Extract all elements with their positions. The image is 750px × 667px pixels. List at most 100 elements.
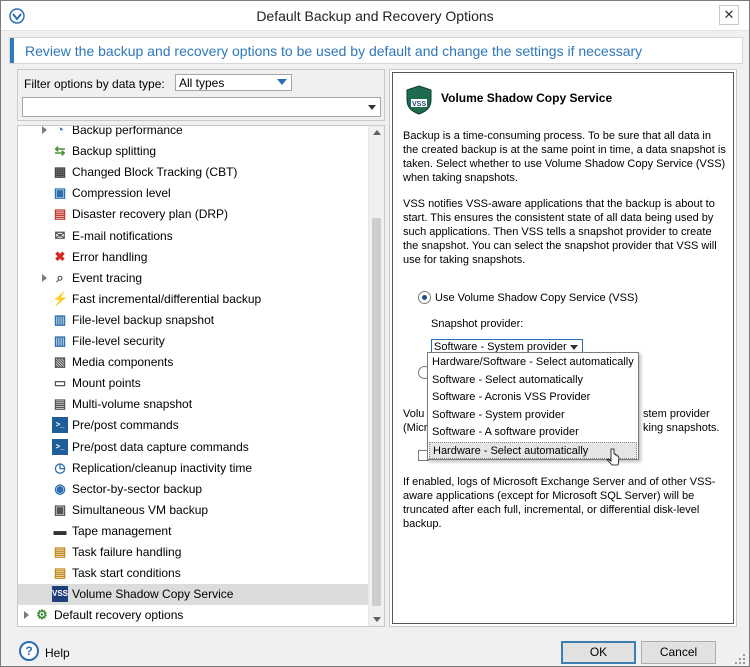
tree-item[interactable]: ▥ File-level security xyxy=(18,331,368,352)
chevron-down-icon xyxy=(277,79,287,85)
scroll-down-icon[interactable] xyxy=(373,617,381,622)
tree-item-label: Backup splitting xyxy=(72,144,157,159)
title-bar: Default Backup and Recovery Options ✕ xyxy=(1,1,749,31)
dropdown-option[interactable]: Hardware/Software - Select automatically xyxy=(429,354,637,371)
dropdown-option[interactable]: Hardware - Select automatically xyxy=(429,441,637,459)
tree-item[interactable]: VSS Volume Shadow Copy Service xyxy=(18,584,368,606)
close-button[interactable]: ✕ xyxy=(719,5,739,25)
mouse-cursor-icon xyxy=(607,448,620,466)
tree-item-label: Replication/cleanup inactivity time xyxy=(72,460,253,475)
tree-item-label: Fast incremental/differential backup xyxy=(72,291,262,306)
tree-item[interactable]: ▤ Task failure handling xyxy=(18,542,368,563)
clock-icon: ◷ xyxy=(54,459,66,475)
compress-icon: ▣ xyxy=(53,185,67,201)
tree-item[interactable]: ⇆ Backup splitting xyxy=(18,141,368,162)
tree-item-label: Backup performance xyxy=(72,125,183,137)
tree-item-label: Default recovery options xyxy=(54,608,184,623)
window-title: Default Backup and Recovery Options xyxy=(256,8,494,24)
options-window: Default Backup and Recovery Options ✕ Re… xyxy=(0,0,750,667)
tree-item[interactable]: ◷ Replication/cleanup inactivity time xyxy=(18,458,368,479)
tree-item-label: Event tracing xyxy=(72,270,143,285)
tree-item-default-recovery[interactable]: ⚙ Default recovery options xyxy=(18,605,368,626)
expand-arrow-icon[interactable] xyxy=(42,126,47,134)
instruction-banner: Review the backup and recovery options t… xyxy=(9,37,743,64)
tree-item[interactable]: ▦ Changed Block Tracking (CBT) xyxy=(18,162,368,183)
lock-file-icon: ▥ xyxy=(53,333,67,348)
tree-item[interactable]: ▥ File-level backup snapshot xyxy=(18,310,368,331)
tree-item-label: E-mail notifications xyxy=(72,228,173,243)
section-title: Volume Shadow Copy Service xyxy=(441,91,613,105)
tree-item[interactable]: ▣ Compression level xyxy=(18,183,368,204)
media-icon: ▧ xyxy=(53,354,67,370)
tree-item[interactable]: ▬ Tape management xyxy=(18,521,368,542)
lightning-icon: ⚡ xyxy=(52,290,69,306)
tape-icon: ▬ xyxy=(53,522,67,538)
tree-scrollbar[interactable] xyxy=(368,126,384,626)
vss-shield-icon: VSS xyxy=(406,85,432,115)
help-icon[interactable]: ? xyxy=(19,641,39,661)
data-type-value: All types xyxy=(179,76,225,90)
help-link[interactable]: Help xyxy=(45,646,70,660)
terminal-icon: >_ xyxy=(52,417,68,434)
scroll-up-icon[interactable] xyxy=(373,130,381,135)
task-icon: ▤ xyxy=(53,544,67,559)
mount-icon: ▭ xyxy=(53,375,67,391)
file-icon: ▥ xyxy=(53,311,67,327)
chevron-down-icon[interactable] xyxy=(368,105,376,110)
tree-item[interactable]: ▧ Media components xyxy=(18,352,368,373)
options-tree: ◔ Backup performance ⇆ Backup splitting ▦ Cha… xyxy=(17,125,385,627)
description-paragraph-2: VSS notifies VSS-aware applications that… xyxy=(403,198,717,266)
tree-item[interactable]: >_ Pre/post data capture commands xyxy=(18,437,368,458)
tree-item[interactable]: ▤ Multi-volume snapshot xyxy=(18,394,368,415)
data-type-select[interactable]: All types xyxy=(175,74,292,91)
tree-item[interactable]: ✖ Error handling xyxy=(18,247,368,268)
use-vss-radio[interactable] xyxy=(418,291,431,304)
detail-panel: VSS Volume Shadow Copy Service Backup is… xyxy=(389,69,737,627)
envelope-icon: ✉ xyxy=(54,227,66,243)
cancel-button[interactable]: Cancel xyxy=(641,641,716,664)
tree-item-label: Task start conditions xyxy=(72,566,181,581)
tree-item-label: Pre/post commands xyxy=(72,418,179,433)
option-search-combo[interactable] xyxy=(22,97,381,117)
tree-item[interactable]: ▣ Simultaneous VM backup xyxy=(18,500,368,521)
volumes-icon: ▤ xyxy=(53,396,67,412)
description-paragraph-1: Backup is a time-consuming process. To b… xyxy=(403,130,726,184)
gauge-icon: ◔ xyxy=(56,125,64,137)
tree-item[interactable]: ◔ Backup performance xyxy=(18,125,368,141)
tree-item[interactable]: >_ Pre/post commands xyxy=(18,415,368,436)
vss-icon: VSS xyxy=(52,586,68,603)
dropdown-option[interactable]: Software - Select automatically xyxy=(429,372,637,389)
dropdown-option[interactable]: Software - A software provider xyxy=(429,424,637,441)
tree-item-label: Simultaneous VM backup xyxy=(72,502,209,517)
dropdown-option[interactable]: Software - Acronis VSS Provider xyxy=(429,389,637,406)
resize-grip-icon[interactable] xyxy=(734,653,746,665)
tree-item[interactable]: ⚡ Fast incremental/differential backup xyxy=(18,289,368,310)
partial-text-right-1: stem provider xyxy=(643,408,710,420)
split-icon: ⇆ xyxy=(54,143,66,159)
partial-text-right-2: king snapshots. xyxy=(643,422,720,434)
tree-item[interactable]: ⌕ Event tracing xyxy=(18,268,368,289)
tree-item[interactable]: ▭ Mount points xyxy=(18,373,368,394)
magnifier-icon: ⌕ xyxy=(56,269,64,285)
expand-arrow-icon[interactable] xyxy=(24,611,29,620)
tree-item[interactable]: ▤ Task start conditions xyxy=(18,563,368,584)
document-icon: ▤ xyxy=(53,206,67,222)
snapshot-provider-dropdown: Hardware/Software - Select automatically… xyxy=(427,352,639,460)
expand-arrow-icon[interactable] xyxy=(42,273,47,282)
tree-item-label: Volume Shadow Copy Service xyxy=(72,587,234,602)
blocks-icon: ▦ xyxy=(53,164,67,180)
tree-item-label: File-level backup snapshot xyxy=(72,312,215,327)
scroll-thumb[interactable] xyxy=(372,218,381,606)
tree-item[interactable]: ◉ Sector-by-sector backup xyxy=(18,479,368,500)
tree-item[interactable]: ✉ E-mail notifications xyxy=(18,226,368,247)
tree-item-label: Changed Block Tracking (CBT) xyxy=(72,165,238,180)
tree-item[interactable]: ▤ Disaster recovery plan (DRP) xyxy=(18,204,368,225)
filter-panel: Filter options by data type: All types xyxy=(17,69,385,121)
detail-frame: VSS Volume Shadow Copy Service Backup is… xyxy=(392,72,734,624)
tree-item-label: File-level security xyxy=(72,334,165,348)
description-paragraph-3: If enabled, logs of Microsoft Exchange S… xyxy=(403,476,716,530)
tree-item-label: Multi-volume snapshot xyxy=(72,397,193,412)
ok-button[interactable]: OK xyxy=(561,641,636,664)
dropdown-option[interactable]: Software - System provider xyxy=(429,407,637,424)
use-vss-label[interactable]: Use Volume Shadow Copy Service (VSS) xyxy=(435,292,638,304)
